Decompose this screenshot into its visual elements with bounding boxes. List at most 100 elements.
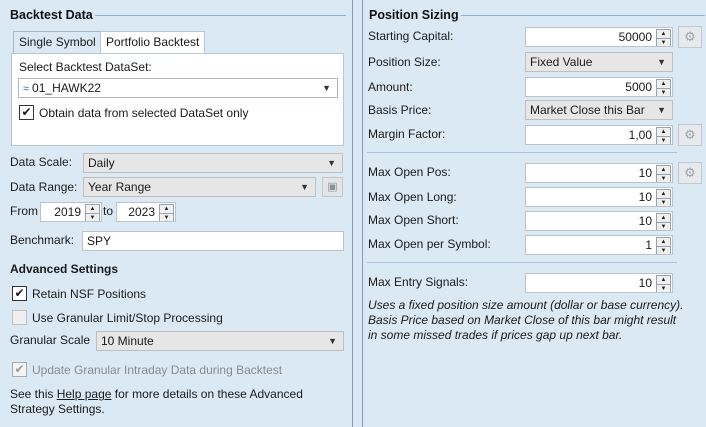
data-range-label: Data Range: [10, 180, 78, 194]
spin-down-icon[interactable]: ▼ [656, 88, 671, 96]
max-entry-signals-value: 10 [638, 276, 652, 290]
granular-processing-checkbox[interactable] [12, 310, 27, 325]
max-open-long-spinner[interactable]: ▲ ▼ [656, 189, 671, 206]
gear-icon: ⚙ [684, 165, 696, 180]
max-open-short-label: Max Open Short: [368, 213, 459, 227]
tab-portfolio-backtest-label: Portfolio Backtest [106, 35, 200, 49]
help-text-line1: See this Help page for more details on t… [10, 387, 303, 401]
from-year-input[interactable]: 2019 ▲ ▼ [40, 202, 102, 222]
retain-nsf-label: Retain NSF Positions [32, 287, 147, 301]
benchmark-input[interactable]: SPY [82, 231, 344, 251]
basis-price-select[interactable]: Market Close this Bar ▼ [525, 100, 673, 120]
position-sizing-panel: Position Sizing Starting Capital: 50000 … [362, 0, 706, 427]
amount-input[interactable]: 5000 ▲ ▼ [525, 77, 673, 97]
max-open-symbol-spinner[interactable]: ▲ ▼ [656, 237, 671, 254]
margin-factor-input[interactable]: 1,00 ▲ ▼ [525, 125, 673, 145]
granular-scale-value: 10 Minute [101, 334, 154, 348]
tab-portfolio-backtest[interactable]: Portfolio Backtest [100, 31, 206, 54]
max-entry-signals-input[interactable]: 10 ▲ ▼ [525, 273, 673, 293]
starting-capital-input[interactable]: 50000 ▲ ▼ [525, 27, 673, 47]
save-icon: ▣ [327, 181, 338, 193]
granular-scale-select[interactable]: 10 Minute ▼ [96, 331, 344, 351]
tab-single-symbol-label: Single Symbol [19, 35, 96, 49]
spin-down-icon[interactable]: ▼ [656, 198, 671, 206]
position-size-label: Position Size: [368, 55, 441, 69]
dataset-icon: ≈ [23, 83, 30, 95]
help-prefix: See this [10, 387, 57, 401]
max-open-pos-input[interactable]: 10 ▲ ▼ [525, 163, 673, 183]
update-intraday-label: Update Granular Intraday Data during Bac… [32, 363, 283, 377]
spin-down-icon[interactable]: ▼ [656, 38, 671, 46]
margin-factor-label: Margin Factor: [368, 127, 446, 141]
chevron-down-icon: ▼ [327, 158, 336, 168]
to-year-spinner[interactable]: ▲ ▼ [159, 204, 174, 221]
position-size-value: Fixed Value [530, 55, 593, 69]
max-open-pos-spinner[interactable]: ▲ ▼ [656, 165, 671, 182]
backtest-data-panel: Backtest Data Single Symbol Portfolio Ba… [2, 0, 353, 427]
obtain-data-checkbox[interactable]: ✔ [19, 105, 34, 120]
checkmark-icon: ✔ [14, 362, 25, 376]
position-sizing-title: Position Sizing [367, 8, 461, 22]
dataset-select[interactable]: ≈01_HAWK22 ▼ [18, 78, 338, 98]
update-intraday-checkbox[interactable]: ✔ [12, 362, 27, 377]
max-entry-signals-spinner[interactable]: ▲ ▼ [656, 275, 671, 292]
amount-label: Amount: [368, 80, 413, 94]
max-open-symbol-label: Max Open per Symbol: [368, 237, 491, 251]
chevron-down-icon: ▼ [300, 182, 309, 192]
sizing-description-line1: Uses a fixed position size amount (dolla… [368, 298, 684, 312]
help-text-line2: Strategy Settings. [10, 402, 105, 416]
to-year-value: 2023 [128, 205, 155, 219]
amount-value: 5000 [625, 80, 652, 94]
data-range-select[interactable]: Year Range ▼ [83, 177, 316, 197]
max-open-pos-gear-button[interactable]: ⚙ [678, 162, 702, 184]
basis-price-label: Basis Price: [368, 103, 432, 117]
spin-down-icon[interactable]: ▼ [159, 213, 174, 221]
retain-nsf-checkbox[interactable]: ✔ [12, 286, 27, 301]
starting-capital-gear-button[interactable]: ⚙ [678, 26, 702, 48]
to-year-input[interactable]: 2023 ▲ ▼ [116, 202, 176, 222]
spin-down-icon[interactable]: ▼ [656, 284, 671, 292]
chevron-down-icon: ▼ [657, 105, 666, 115]
max-open-symbol-value: 1 [645, 238, 652, 252]
spin-down-icon[interactable]: ▼ [656, 246, 671, 254]
basis-price-value: Market Close this Bar [530, 103, 645, 117]
from-label: From [10, 204, 38, 218]
max-open-pos-label: Max Open Pos: [368, 165, 451, 179]
select-dataset-label: Select Backtest DataSet: [19, 60, 152, 74]
from-year-value: 2019 [54, 205, 81, 219]
advanced-settings-title: Advanced Settings [10, 262, 119, 276]
max-open-short-input[interactable]: 10 ▲ ▼ [525, 211, 673, 231]
spin-down-icon[interactable]: ▼ [656, 222, 671, 230]
margin-factor-spinner[interactable]: ▲ ▼ [656, 127, 671, 144]
gear-icon: ⚙ [684, 29, 696, 44]
spin-down-icon[interactable]: ▼ [85, 213, 100, 221]
data-scale-select[interactable]: Daily ▼ [83, 153, 343, 173]
spin-down-icon[interactable]: ▼ [656, 174, 671, 182]
chevron-down-icon: ▼ [657, 57, 666, 67]
tab-single-symbol[interactable]: Single Symbol [13, 31, 102, 53]
margin-factor-value: 1,00 [628, 128, 652, 142]
benchmark-value: SPY [87, 234, 112, 248]
starting-capital-spinner[interactable]: ▲ ▼ [656, 29, 671, 46]
max-open-symbol-input[interactable]: 1 ▲ ▼ [525, 235, 673, 255]
starting-capital-label: Starting Capital: [368, 29, 454, 43]
granular-processing-label: Use Granular Limit/Stop Processing [32, 311, 223, 325]
max-open-short-spinner[interactable]: ▲ ▼ [656, 213, 671, 230]
section-divider [367, 262, 677, 263]
margin-factor-gear-button[interactable]: ⚙ [678, 124, 702, 146]
max-open-long-input[interactable]: 10 ▲ ▼ [525, 187, 673, 207]
sizing-description-line3: in some missed trades if prices gap up n… [368, 328, 623, 342]
data-range-value: Year Range [88, 180, 151, 194]
chevron-down-icon: ▼ [328, 336, 337, 346]
spin-down-icon[interactable]: ▼ [656, 136, 671, 144]
granular-scale-label: Granular Scale [10, 333, 91, 347]
save-range-button[interactable]: ▣ [322, 177, 343, 197]
help-page-link[interactable]: Help page [57, 387, 112, 401]
position-size-select[interactable]: Fixed Value ▼ [525, 52, 673, 72]
sizing-description-line2: Basis Price based on Market Close of thi… [368, 313, 677, 327]
from-year-spinner[interactable]: ▲ ▼ [85, 204, 100, 221]
portfolio-tab-pane: Select Backtest DataSet: ≈01_HAWK22 ▼ ✔ … [11, 53, 344, 146]
data-scale-label: Data Scale: [10, 155, 73, 169]
amount-spinner[interactable]: ▲ ▼ [656, 79, 671, 96]
checkmark-icon: ✔ [14, 286, 25, 300]
